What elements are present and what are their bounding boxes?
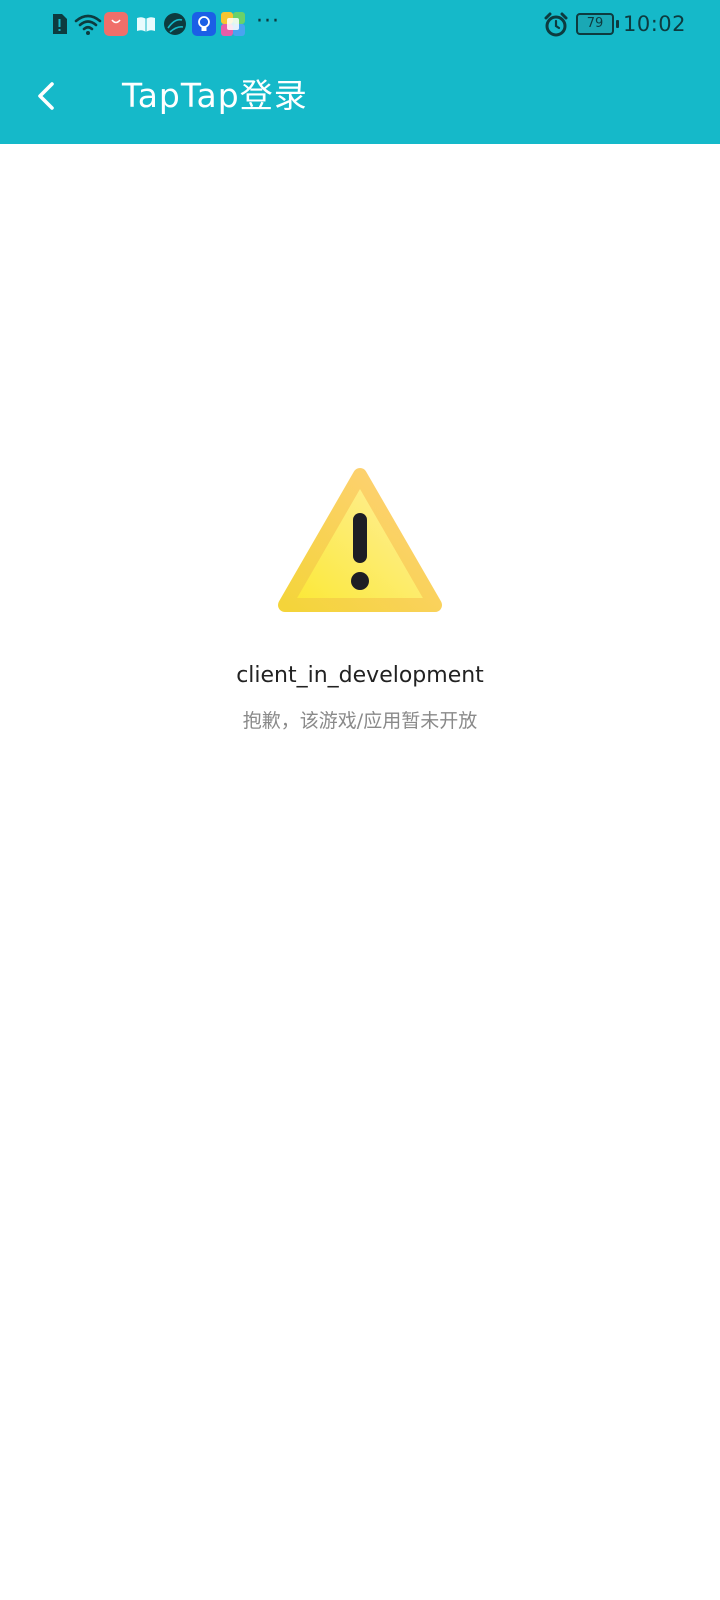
error-title: client_in_development — [236, 663, 484, 688]
error-message: 抱歉，该游戏/应用暂未开放 — [242, 710, 478, 732]
status-bar: ··· 79 10:02 — [0, 0, 720, 52]
sim-alert-icon — [53, 14, 67, 34]
shopping-bag-icon — [104, 12, 128, 36]
battery-indicator: 79 — [576, 13, 619, 35]
more-notifications-indicator: ··· — [256, 9, 280, 34]
page-title: TapTap登录 — [122, 76, 308, 115]
status-time: 10:02 — [623, 12, 687, 36]
back-button[interactable] — [22, 72, 70, 120]
gallery-icon — [221, 12, 245, 36]
warning-icon — [278, 468, 442, 612]
book-icon — [137, 17, 155, 32]
wifi-icon — [74, 14, 102, 35]
lightbulb-icon — [192, 12, 216, 36]
chevron-left-icon — [38, 82, 54, 110]
app-header: ··· 79 10:02 TapTap登录 — [0, 0, 720, 144]
alarm-clock-icon — [544, 12, 568, 37]
globe-icon — [164, 13, 186, 35]
battery-level: 79 — [586, 16, 604, 31]
